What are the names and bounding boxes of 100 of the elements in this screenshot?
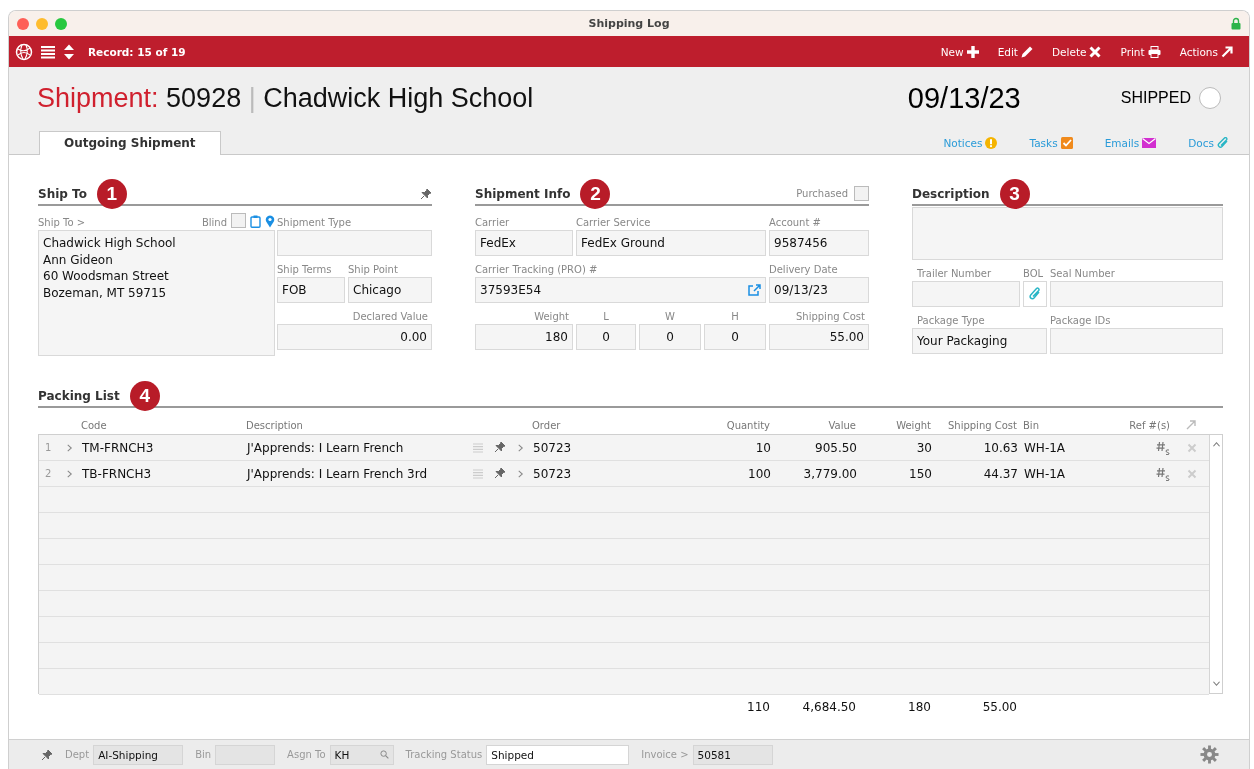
field-label: Weight bbox=[534, 311, 569, 322]
input-field[interactable]: 0.00 bbox=[277, 324, 432, 350]
arrow-icon bbox=[1221, 45, 1233, 58]
external-link-icon[interactable] bbox=[748, 284, 761, 296]
field-label: Trailer Number bbox=[916, 268, 992, 279]
input-field[interactable] bbox=[1050, 328, 1223, 354]
toolbar-button[interactable]: Delete bbox=[1040, 45, 1102, 58]
table-cell-text: 50723 bbox=[532, 440, 573, 455]
step-badge: 2 bbox=[580, 178, 611, 209]
toolbar-button[interactable]: Edit bbox=[985, 45, 1033, 58]
caret-down-icon[interactable] bbox=[1211, 680, 1221, 687]
search-icon[interactable] bbox=[379, 750, 389, 759]
table-row[interactable]: 1 TM-FRNCH3 J'Apprends: I Learn French 50723 10 905.50 30 10.63 WH-1A bbox=[39, 435, 1209, 461]
input-field[interactable]: 55.00 bbox=[769, 324, 869, 350]
lock-icon bbox=[1231, 17, 1241, 30]
column-header: Weight bbox=[895, 419, 932, 431]
pin-icon[interactable] bbox=[493, 467, 506, 479]
checkbox-icon bbox=[1060, 137, 1073, 149]
checkbox[interactable] bbox=[854, 186, 869, 201]
table-cell-text: J'Apprends: I Learn French bbox=[245, 440, 405, 455]
table-cell-text: TM-FRNCH3 bbox=[81, 440, 155, 455]
chevron-right-icon[interactable] bbox=[516, 442, 524, 453]
input-field[interactable]: KH bbox=[329, 744, 394, 765]
chevron-right-icon[interactable] bbox=[66, 468, 73, 479]
menu-icon[interactable] bbox=[40, 44, 56, 59]
input-field[interactable]: Chicago bbox=[348, 277, 432, 303]
field-label: Seal Number bbox=[1050, 268, 1115, 279]
table-cell-text: TB-FRNCH3 bbox=[81, 466, 153, 481]
address-field[interactable]: Chadwick High School Ann Gideon 60 Woodsman Street Bozeman, MT 59715 bbox=[38, 230, 275, 356]
arrow-icon[interactable] bbox=[1185, 420, 1196, 430]
pin-icon[interactable] bbox=[420, 187, 432, 200]
input-field[interactable] bbox=[277, 230, 432, 256]
caret-up-icon[interactable] bbox=[1211, 441, 1221, 448]
field-label: Declared Value bbox=[352, 311, 428, 322]
record-title: Shipment: 50928 | Chadwick High School bbox=[37, 82, 534, 114]
tab[interactable]: Outgoing Shipment bbox=[39, 131, 221, 155]
field-label: Purchased bbox=[796, 188, 848, 199]
field-value: 37593E54 bbox=[480, 283, 542, 297]
step-badge: 4 bbox=[129, 380, 160, 411]
step-badge: 3 bbox=[999, 178, 1030, 209]
table-cell-text: 150 bbox=[908, 466, 933, 481]
input-field[interactable]: Your Packaging bbox=[912, 328, 1047, 354]
delete-icon[interactable] bbox=[1186, 468, 1197, 479]
ship-to-link[interactable]: Ship To > bbox=[38, 217, 86, 228]
table-row[interactable]: 2 TB-FRNCH3 J'Apprends: I Learn French 3rd 50723 100 3,779.00 150 44.37 WH-1A bbox=[39, 461, 1209, 487]
scrollbar[interactable] bbox=[1209, 435, 1222, 693]
window-title: Shipping Log bbox=[588, 17, 670, 30]
up-down-arrows-icon[interactable] bbox=[63, 42, 75, 61]
lines-icon[interactable] bbox=[472, 467, 484, 480]
minimize-window-button[interactable] bbox=[36, 17, 48, 30]
envelope-icon bbox=[1142, 138, 1157, 148]
hash-icon[interactable] bbox=[1156, 440, 1170, 455]
settings-icon[interactable] bbox=[1200, 745, 1219, 764]
globe-icon[interactable] bbox=[15, 42, 33, 61]
field-label: Package Type bbox=[916, 315, 985, 326]
field-label: Asgn To bbox=[287, 749, 326, 760]
table-cell-text: 44.37 bbox=[982, 466, 1019, 481]
input-field[interactable]: 0 bbox=[704, 324, 766, 350]
attachment-button[interactable] bbox=[1023, 281, 1047, 307]
close-window-button[interactable] bbox=[17, 17, 29, 30]
clipboard-icon[interactable] bbox=[250, 215, 261, 228]
pin-icon[interactable] bbox=[493, 441, 506, 453]
column-header: Description bbox=[245, 419, 304, 431]
checkbox[interactable] bbox=[231, 213, 246, 228]
pin-icon[interactable] bbox=[41, 748, 53, 761]
input-field[interactable]: 9587456 bbox=[769, 230, 869, 256]
paperclip-icon bbox=[1029, 287, 1041, 301]
delete-icon[interactable] bbox=[1186, 442, 1197, 453]
status-toggle[interactable] bbox=[1199, 87, 1221, 109]
input-field[interactable]: 37593E54 bbox=[475, 277, 766, 303]
input-field[interactable]: 0 bbox=[639, 324, 701, 350]
section-title: Packing List bbox=[38, 388, 120, 403]
description-field[interactable] bbox=[912, 207, 1223, 260]
input-field[interactable]: 0 bbox=[576, 324, 636, 350]
input-field[interactable]: 50581 bbox=[692, 744, 773, 765]
input-field[interactable]: 180 bbox=[475, 324, 573, 350]
hash-icon[interactable] bbox=[1156, 466, 1170, 481]
toolbar-button[interactable]: New bbox=[928, 45, 979, 58]
input-field[interactable]: FedEx Ground bbox=[576, 230, 766, 256]
input-field[interactable]: FedEx bbox=[475, 230, 573, 256]
input-field[interactable]: FOB bbox=[277, 277, 345, 303]
field-label: Package IDs bbox=[1050, 315, 1111, 326]
column-header: Bin bbox=[1022, 419, 1040, 431]
chevron-right-icon[interactable] bbox=[516, 468, 524, 479]
chevron-right-icon[interactable] bbox=[66, 442, 73, 453]
table-cell-text: WH-1A bbox=[1023, 466, 1067, 481]
field-label: Shipment Type bbox=[277, 217, 352, 228]
zoom-window-button[interactable] bbox=[55, 17, 67, 30]
location-pin-icon[interactable] bbox=[265, 215, 275, 228]
input-field[interactable]: Shipped bbox=[486, 744, 630, 765]
input-field[interactable] bbox=[912, 281, 1020, 307]
input-field[interactable]: 09/13/23 bbox=[769, 277, 869, 303]
input-field[interactable]: AI-Shipping bbox=[93, 744, 184, 765]
field-label: Ship Point bbox=[348, 264, 398, 275]
lines-icon[interactable] bbox=[472, 441, 484, 454]
toolbar-button[interactable]: Actions bbox=[1167, 45, 1233, 58]
input-field[interactable] bbox=[1050, 281, 1223, 307]
field-label: L bbox=[603, 311, 609, 322]
toolbar-button[interactable]: Print bbox=[1108, 45, 1161, 58]
table-cell-text: 30 bbox=[915, 440, 933, 455]
